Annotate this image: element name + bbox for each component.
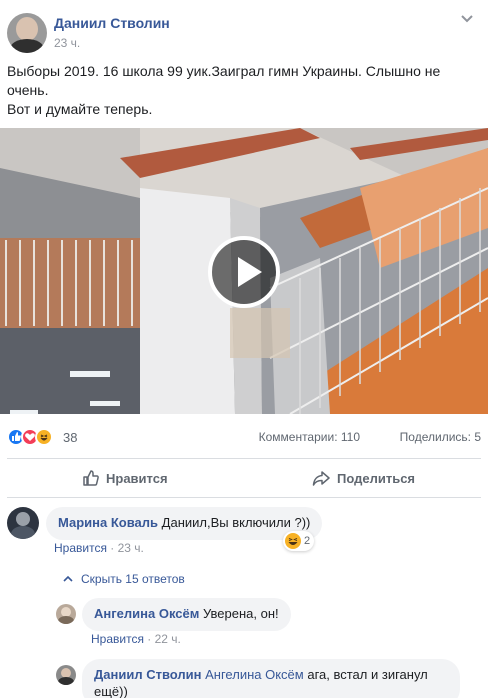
reply-like-link[interactable]: Нравится: [91, 632, 144, 646]
share-button-label: Поделиться: [337, 471, 416, 486]
hide-replies-label: Скрыть 15 ответов: [81, 572, 185, 586]
post-text: Выборы 2019. 16 школа 99 уик.Заиграл гим…: [7, 62, 477, 119]
reply-author-avatar[interactable]: [56, 665, 76, 685]
comment-reaction-count: 2: [304, 535, 311, 547]
reply-author[interactable]: Ангелина Оксём: [94, 606, 199, 621]
comment-author[interactable]: Марина Коваль: [58, 515, 158, 530]
reply-text: ага, встал и зиганул: [307, 667, 428, 682]
shares-count-link[interactable]: Поделились: 5: [400, 430, 481, 444]
post-text-line: очень.: [7, 82, 49, 98]
post-header: Даниил Стволин 23 ч.: [0, 0, 488, 58]
haha-icon: [35, 428, 53, 446]
reply-text-continued: ещё)): [94, 684, 128, 698]
post-text-line: Выборы 2019. 16 школа 99 уик.Заиграл гим…: [7, 63, 441, 79]
reply-author-avatar[interactable]: [56, 604, 76, 624]
reply-bubble: Ангелина Оксём Уверена, он!: [82, 598, 291, 631]
reaction-count[interactable]: 38: [63, 430, 77, 445]
reply-author[interactable]: Даниил Стволин: [94, 667, 202, 682]
play-icon: [238, 257, 262, 287]
comment-text: Даниил,Вы включили ?)): [161, 515, 311, 530]
post-action-bar: Нравится Поделиться: [7, 458, 481, 498]
hide-replies-link[interactable]: Скрыть 15 ответов: [62, 572, 185, 586]
reply-meta: Нравится · 22 ч.: [91, 632, 181, 646]
chevron-up-icon: [63, 575, 73, 582]
thumbs-up-icon: [83, 470, 99, 486]
share-button[interactable]: Поделиться: [244, 459, 481, 497]
comment-reactions[interactable]: 2: [283, 531, 315, 551]
like-button[interactable]: Нравится: [7, 459, 244, 497]
post-author-name[interactable]: Даниил Стволин: [54, 15, 170, 31]
reply-timestamp[interactable]: 22 ч.: [155, 632, 181, 646]
author-avatar[interactable]: [7, 13, 47, 53]
comment-bubble: Марина Коваль Даниил,Вы включили ?)): [46, 507, 323, 540]
share-icon: [312, 471, 330, 486]
chevron-down-icon[interactable]: [460, 12, 474, 26]
post-timestamp[interactable]: 23 ч.: [54, 36, 80, 50]
reply-mention[interactable]: Ангелина Оксём: [205, 667, 304, 682]
haha-icon: [285, 533, 301, 549]
comment-like-link[interactable]: Нравится: [54, 541, 107, 555]
commenter-avatar[interactable]: [7, 507, 39, 539]
play-button[interactable]: [208, 236, 280, 308]
post-stats: 38 Комментарии: 110 Поделились: 5: [0, 424, 488, 448]
comment-meta: Нравится · 23 ч.: [54, 541, 144, 555]
comment-timestamp[interactable]: 23 ч.: [118, 541, 144, 555]
post-text-line: Вот и думайте теперь.: [7, 101, 153, 117]
like-button-label: Нравится: [106, 471, 168, 486]
reply-bubble: Даниил Стволин Ангелина Оксём ага, встал…: [82, 659, 460, 698]
reply-text: Уверена, он!: [202, 606, 279, 621]
comments-count-link[interactable]: Комментарии: 110: [259, 430, 360, 444]
